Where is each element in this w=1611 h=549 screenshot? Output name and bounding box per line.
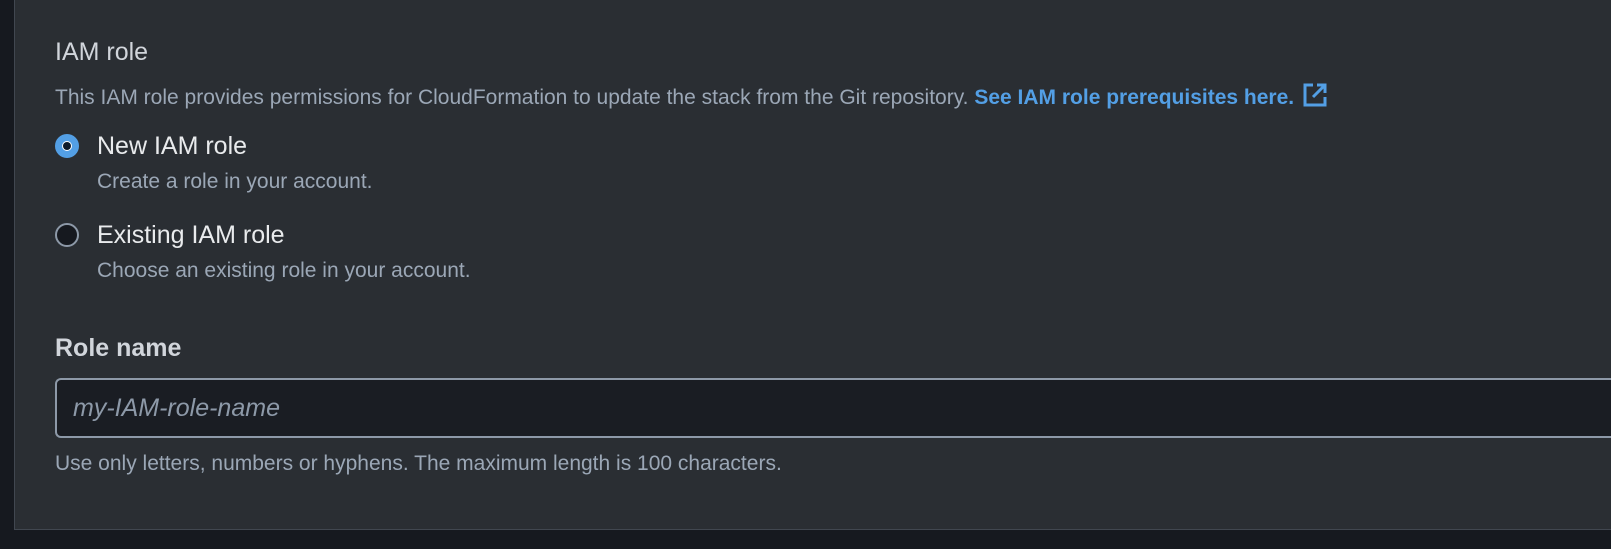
- iam-role-panel: IAM role This IAM role provides permissi…: [14, 0, 1611, 530]
- radio-description-new-iam-role: Create a role in your account.: [97, 170, 373, 193]
- radio-button-existing-iam-role[interactable]: [55, 223, 79, 247]
- radio-button-new-iam-role[interactable]: [55, 134, 79, 158]
- radio-label-existing-iam-role: Existing IAM role: [97, 221, 285, 249]
- description-text: This IAM role provides permissions for C…: [55, 86, 969, 109]
- radio-description-existing-iam-role: Choose an existing role in your account.: [97, 259, 471, 282]
- link-label: See IAM role prerequisites here.: [974, 86, 1295, 109]
- role-name-constraint-text: Use only letters, numbers or hyphens. Th…: [55, 452, 782, 475]
- section-description: This IAM role provides permissions for C…: [55, 82, 1328, 116]
- role-name-label: Role name: [55, 334, 182, 362]
- external-link-icon: [1302, 82, 1328, 116]
- radio-option-existing-iam-role[interactable]: Existing IAM role Choose an existing rol…: [55, 219, 615, 289]
- section-title: IAM role: [55, 38, 149, 66]
- radio-label-new-iam-role: New IAM role: [97, 132, 248, 160]
- radio-option-new-iam-role[interactable]: New IAM role Create a role in your accou…: [55, 130, 555, 200]
- role-name-input[interactable]: [55, 378, 1611, 438]
- iam-prerequisites-link[interactable]: See IAM role prerequisites here.: [974, 83, 1328, 109]
